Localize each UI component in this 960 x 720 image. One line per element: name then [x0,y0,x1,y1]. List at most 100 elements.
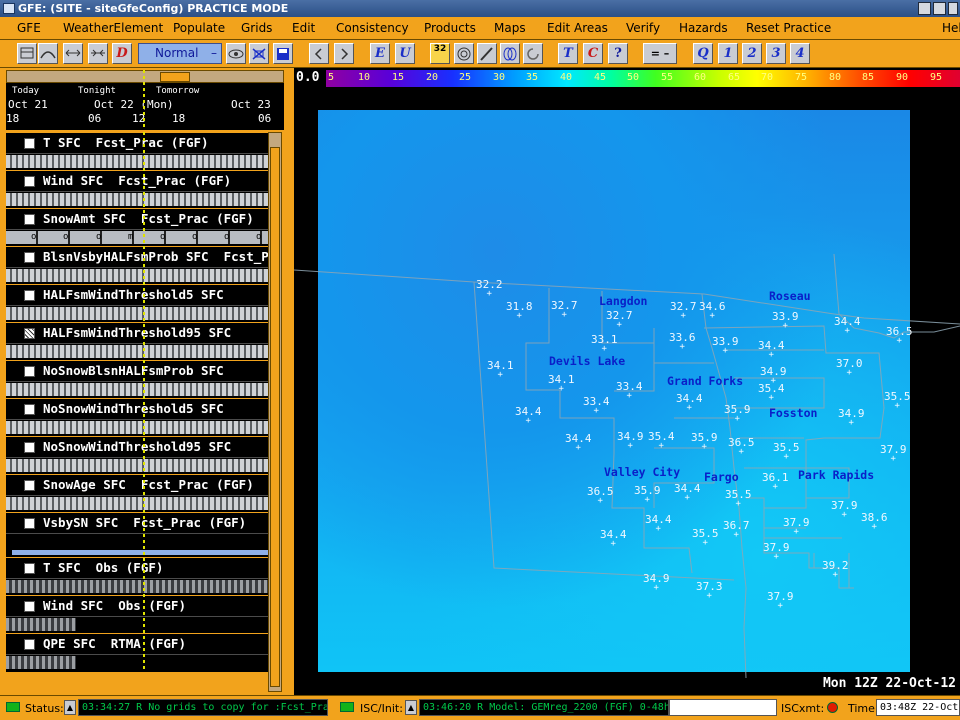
help-button[interactable]: ? [608,43,628,64]
q-button[interactable]: Q [693,43,713,64]
quick-set-3-button[interactable]: 3 [766,43,786,64]
step-forward-icon[interactable] [334,43,354,64]
sample-icon[interactable] [249,43,269,64]
status-message[interactable]: 03:34:27 R No grids to copy for :Fcst_Pr… [78,699,328,716]
grid-list-scroll-thumb[interactable] [270,147,280,687]
grid-row-vsbysn[interactable]: VsbySN SFC Fcst_Prac (FGF) [6,512,268,550]
timeline-header: Today Tonight Tomorrow Oct 21 Oct 22 (Mo… [6,70,284,130]
color-bar[interactable]: 0.0 5 10 15 20 25 30 35 40 45 50 55 60 6… [294,68,960,88]
grid-row-wind-sfc[interactable]: Wind SFC Fcst_Prac (FGF) [6,170,268,208]
grid-row-blsnvsby[interactable]: BlsnVsbyHALFsmProb SFC Fcst_Prac (FGF) [6,246,268,284]
grid-checkbox[interactable] [24,442,35,453]
grid-checkbox[interactable] [24,404,35,415]
minimize-icon[interactable] [918,2,931,15]
grid-row-snowage[interactable]: SnowAge SFC Fcst_Prac (FGF) [6,474,268,512]
grid-checkbox[interactable] [24,290,35,301]
grid-checkbox[interactable] [24,601,35,612]
grid-row-halfsm-wind95[interactable]: HALFsmWindThreshold95 SFC [6,322,268,360]
maximize-icon[interactable] [933,2,946,15]
pencil-icon[interactable] [477,43,497,64]
contract-horizontal-icon[interactable] [88,43,108,64]
t-button[interactable]: T [558,43,578,64]
obs-row-t-sfc[interactable]: T SFC Obs (FGF) [6,557,268,595]
grid-timeline-strip[interactable] [6,459,268,472]
grid-checkbox[interactable] [24,480,35,491]
obs-timeline-strip[interactable] [6,618,76,631]
menu-maps[interactable]: Maps [494,21,526,35]
menu-populate[interactable]: Populate [173,21,225,35]
save-icon[interactable] [273,43,293,64]
grid-row-nosnow-wind95[interactable]: NoSnowWindThreshold95 SFC [6,436,268,474]
d-button[interactable]: D [112,43,132,64]
obs-row-qpe-sfc[interactable]: QPE SFC RTMA (FGF) [6,633,268,671]
grid-timeline-strip[interactable]: o o o m o o o o [6,231,268,244]
grid-timeline-strip[interactable] [6,345,268,358]
grid-timeline-strip[interactable] [6,497,268,510]
status-expand-button[interactable]: ▲ [64,700,76,715]
quick-set-2-button[interactable]: 2 [742,43,762,64]
isc-message[interactable]: 03:46:20 R Model: GEMreg_2200 (FGF) 0-48… [419,699,669,716]
quick-set-1-button[interactable]: 1 [718,43,738,64]
step-back-icon[interactable] [309,43,329,64]
e-button[interactable]: E [370,43,390,64]
grid-timeline-strip[interactable] [6,421,268,434]
timeline-scrollbar[interactable] [6,70,284,83]
menu-edit[interactable]: Edit [292,21,315,35]
expand-horizontal-icon[interactable] [63,43,83,64]
grid-timeline-strip[interactable] [6,155,268,168]
rotate-icon[interactable] [523,43,543,64]
menu-gfe[interactable]: GFE [17,21,41,35]
menu-edit-areas[interactable]: Edit Areas [547,21,608,35]
spatial-editor-map[interactable]: Roseau Langdon Devils Lake Grand Forks F… [294,88,960,695]
time-step-32-button[interactable]: 32 [430,43,450,64]
isc-expand-button[interactable]: ▲ [405,700,417,715]
grid-row-halfsm-wind5[interactable]: HALFsmWindThreshold5 SFC [6,284,268,322]
menu-consistency[interactable]: Consistency [336,21,409,35]
grid-checkbox[interactable] [24,138,35,149]
grid-checkbox[interactable] [24,639,35,650]
edit-mode-select[interactable]: Normal – [138,43,222,64]
eye-icon[interactable] [226,43,246,64]
menu-reset-practice[interactable]: Reset Practice [746,21,831,35]
u-button[interactable]: U [395,43,415,64]
menu-hazards[interactable]: Hazards [679,21,728,35]
grid-list-scrollbar[interactable] [268,132,282,692]
menu-verify[interactable]: Verify [626,21,660,35]
grid-timeline-strip[interactable] [6,269,268,282]
grid-row-nosnow-wind5[interactable]: NoSnowWindThreshold5 SFC [6,398,268,436]
grid-row-nosnow-blsn[interactable]: NoSnowBlsnHALFsmProb SFC [6,360,268,398]
display-mode-icon[interactable] [17,43,37,64]
grid-row-snowamt-sfc[interactable]: SnowAmt SFC Fcst_Prac (FGF) o o o m o o … [6,208,268,246]
grid-timeline-strip[interactable] [6,383,268,396]
grid-checkbox[interactable] [24,214,35,225]
grid-checkbox[interactable] [24,563,35,574]
grid-section-separator[interactable] [12,550,268,555]
contour-icon[interactable] [38,43,58,64]
snowamt-mark: o [224,232,230,242]
target-icon[interactable] [454,43,474,64]
timeline-scroll-thumb[interactable] [160,72,190,82]
grid-checkbox-checked[interactable] [24,328,35,339]
menu-weatherelement[interactable]: WeatherElement [63,21,163,35]
grid-checkbox[interactable] [24,176,35,187]
menu-help[interactable]: Help [942,21,960,35]
equals-button[interactable]: = – [643,43,677,64]
contour-edit-icon[interactable] [500,43,520,64]
grid-value-label: 35.5 + [692,527,719,548]
grid-timeline-strip[interactable] [6,193,268,206]
menu-grids[interactable]: Grids [241,21,272,35]
timeline-hour: 06 [258,112,272,125]
grid-timeline-strip[interactable] [6,307,268,320]
obs-timeline-strip[interactable] [6,656,76,669]
close-icon[interactable] [948,2,958,15]
grid-checkbox[interactable] [24,366,35,377]
menu-products[interactable]: Products [424,21,476,35]
grid-row-t-sfc[interactable]: T SFC Fcst_Prac (FGF) [6,132,268,170]
quick-set-4-button[interactable]: 4 [790,43,810,64]
grid-checkbox[interactable] [24,252,35,263]
obs-timeline-strip[interactable] [6,580,268,593]
obs-row-wind-sfc[interactable]: Wind SFC Obs (FGF) [6,595,268,633]
grid-checkbox[interactable] [24,518,35,529]
timeline-hour: 18 [172,112,186,125]
c-button[interactable]: C [583,43,603,64]
